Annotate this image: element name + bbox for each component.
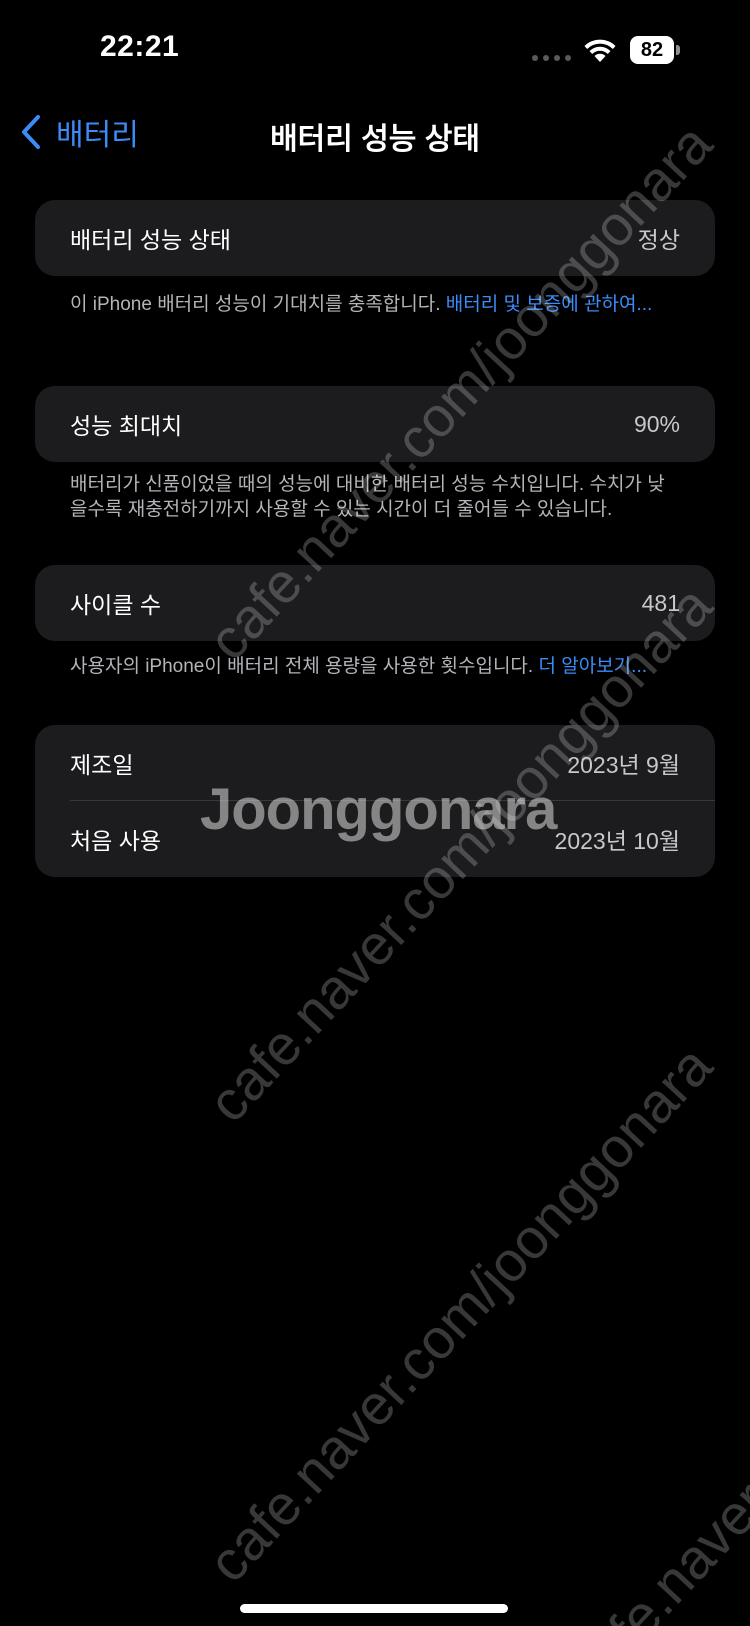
cycle-count-value: 481 [641,589,680,616]
manufacture-date-row: 제조일 2023년 9월 [35,725,715,801]
max-capacity-label: 성능 최대치 [70,413,183,439]
manufacture-date-value: 2023년 9월 [567,752,680,778]
battery-health-label: 배터리 성능 상태 [70,227,231,253]
wifi-icon [584,39,616,62]
status-bar: 22:21 82 [0,0,750,100]
max-capacity-value: 90% [633,410,680,437]
home-indicator[interactable] [240,1604,508,1613]
max-capacity-row: 성능 최대치 90% [35,386,715,462]
watermark-text: cafe.naver.com/joonggonara [195,1033,724,1594]
battery-percent: 82 [630,36,674,64]
manufacture-date-label: 제조일 [70,752,134,778]
battery-health-value: 정상 [637,227,680,253]
page-title: 배터리 성능 상태 [270,123,480,156]
learn-more-link[interactable]: 더 알아보기... [538,656,647,677]
navigation-bar: 배터리 배터리 성능 상태 [0,100,750,164]
signal-dots-icon [532,55,571,61]
watermark-text: cafe.naver.com/joonggonara [555,1143,750,1626]
battery-health-footnote: 이 iPhone 배터리 성능이 기대치를 충족합니다. 배터리 및 보증에 관… [70,292,680,317]
first-use-value: 2023년 10월 [554,828,680,854]
cycle-count-footnote: 사용자의 iPhone이 배터리 전체 용량을 사용한 횟수입니다. 더 알아보… [70,654,680,679]
max-capacity-card: 성능 최대치 90% [35,386,715,462]
status-time: 22:21 [100,30,180,63]
dates-card: 제조일 2023년 9월 처음 사용 2023년 10월 [35,725,715,877]
cycle-count-footnote-text: 사용자의 iPhone이 배터리 전체 용량을 사용한 횟수입니다. [70,656,539,677]
cycle-count-row: 사이클 수 481 [35,565,715,641]
battery-warranty-link[interactable]: 배터리 및 보증에 관하여... [446,294,652,315]
battery-health-footnote-text: 이 iPhone 배터리 성능이 기대치를 충족합니다. [70,294,446,315]
cycle-count-label: 사이클 수 [70,592,162,618]
battery-health-card: 배터리 성능 상태 정상 [35,200,715,276]
first-use-label: 처음 사용 [70,828,162,854]
max-capacity-footnote: 배터리가 신품이었을 때의 성능에 대비한 배터리 성능 수치입니다. 수치가 … [70,474,665,520]
battery-health-row: 배터리 성능 상태 정상 [35,200,715,276]
cycle-count-card: 사이클 수 481 [35,565,715,641]
battery-icon: 82 [630,36,680,64]
first-use-row: 처음 사용 2023년 10월 [35,801,715,877]
